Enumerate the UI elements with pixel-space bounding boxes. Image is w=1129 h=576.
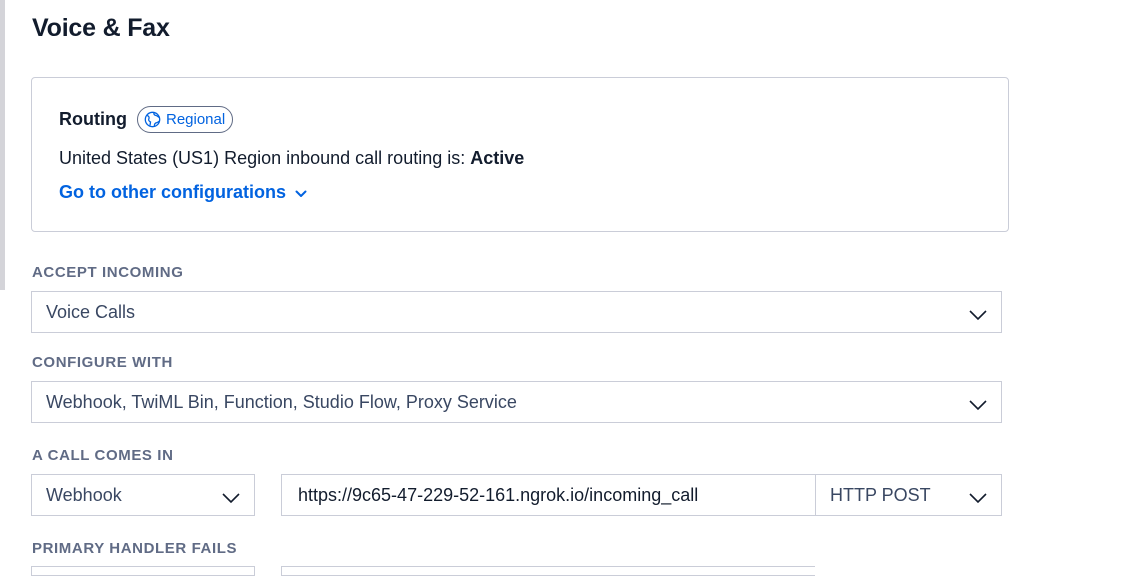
routing-heading: Routing [59,109,127,129]
configure-with-label: CONFIGURE WITH [32,354,173,371]
globe-icon [144,111,161,128]
accept-incoming-label: ACCEPT INCOMING [32,264,184,281]
regional-badge-label: Regional [165,111,226,128]
call-comes-in-url-input[interactable]: https://9c65-47-229-52-161.ngrok.io/inco… [281,474,815,516]
routing-card: Routing Regional United States (US1) Reg… [31,77,1009,232]
accept-incoming-select[interactable]: Voice Calls [31,291,1002,333]
call-comes-in-label: A CALL COMES IN [32,447,174,464]
chevron-down-icon [295,182,307,203]
routing-status: United States (US1) Region inbound call … [59,148,524,169]
chevron-down-icon [969,488,987,509]
call-comes-in-method-value: HTTP POST [830,484,931,505]
call-comes-in-type-value: Webhook [46,484,122,505]
routing-heading-row: Routing Regional [59,106,234,133]
chevron-down-icon [222,488,240,509]
chevron-down-icon [969,305,987,326]
other-configurations-link[interactable]: Go to other configurations [59,182,307,203]
page-title: Voice & Fax [32,14,170,42]
configure-with-select[interactable]: Webhook, TwiML Bin, Function, Studio Flo… [31,381,1002,423]
accept-incoming-value: Voice Calls [46,301,136,322]
call-comes-in-method-select[interactable]: HTTP POST [815,474,1002,516]
routing-status-value: Active [470,148,525,168]
primary-handler-fails-type-select[interactable] [31,566,255,576]
configure-with-value: Webhook, TwiML Bin, Function, Studio Flo… [46,391,517,412]
primary-handler-fails-label: PRIMARY HANDLER FAILS [32,540,238,557]
call-comes-in-type-select[interactable]: Webhook [31,474,255,516]
regional-badge: Regional [136,106,234,133]
call-comes-in-url-value: https://9c65-47-229-52-161.ngrok.io/inco… [298,484,699,505]
other-configurations-label: Go to other configurations [59,182,286,202]
chevron-down-icon [969,395,987,416]
primary-handler-fails-url-input[interactable] [281,566,815,576]
routing-status-text: United States (US1) Region inbound call … [59,148,466,168]
left-scroll-rule [0,0,5,290]
